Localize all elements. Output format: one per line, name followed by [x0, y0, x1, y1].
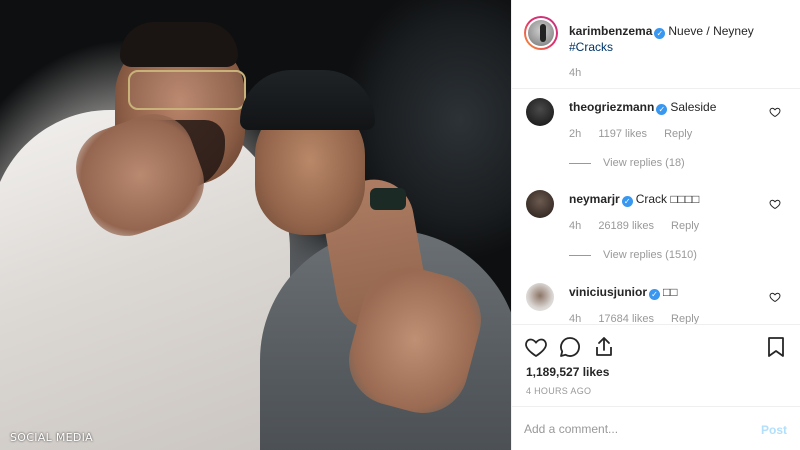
comment-text: theogriezmann ✓ Saleside — [569, 99, 759, 115]
commenter-username[interactable]: neymarjr — [569, 192, 620, 206]
comment-like-heart-icon[interactable] — [769, 106, 781, 118]
post-actions: 1,189,527 likes 4 HOURS AGO — [512, 324, 800, 406]
reply-button[interactable]: Reply — [664, 128, 692, 140]
view-replies-button[interactable]: View replies (18) — [569, 157, 685, 169]
watermark-label: SOCIAL MEDIA — [10, 431, 93, 444]
hashtag-link[interactable]: #Cracks — [569, 40, 613, 54]
heart-outline-icon[interactable] — [524, 335, 548, 359]
comment-meta: 4h 26189 likes Reply — [569, 220, 713, 232]
likes-count[interactable]: 1,189,527 likes — [526, 365, 609, 379]
post-photo[interactable]: SOCIAL MEDIA — [0, 0, 511, 450]
commenter-avatar[interactable] — [526, 98, 554, 126]
comment-text: viniciusjunior ✓ □□ — [569, 284, 759, 300]
comment-body: □□ — [663, 285, 678, 299]
comment-like-heart-icon[interactable] — [769, 198, 781, 210]
comment-likes[interactable]: 26189 likes — [598, 220, 654, 232]
baseball-cap — [240, 70, 375, 130]
comment-time[interactable]: 4h — [569, 313, 581, 324]
add-comment-bar: Post — [512, 406, 800, 450]
verified-badge-icon: ✓ — [621, 196, 633, 207]
commenter-avatar[interactable] — [526, 283, 554, 311]
left-person-hair — [120, 22, 238, 67]
caption-block: karimbenzema ✓ Nueve / Neyney #Cracks 4h — [512, 0, 800, 89]
post-timestamp[interactable]: 4 HOURS AGO — [526, 386, 591, 396]
comment-meta: 4h 17684 likes Reply — [569, 313, 713, 324]
comment-body: Saleside — [670, 100, 717, 114]
comment-likes[interactable]: 17684 likes — [598, 313, 654, 324]
commenter-username[interactable]: viniciusjunior — [569, 285, 647, 299]
view-replies-label[interactable]: View replies (18) — [603, 157, 685, 169]
caption-text: karimbenzema ✓ Nueve / Neyney #Cracks — [569, 23, 794, 55]
reply-button[interactable]: Reply — [671, 220, 699, 232]
comment-bubble-icon[interactable] — [558, 335, 582, 359]
view-replies-button[interactable]: View replies (1510) — [569, 249, 697, 261]
post-details-panel: karimbenzema ✓ Nueve / Neyney #Cracks 4h t… — [511, 0, 800, 450]
comment-time[interactable]: 4h — [569, 220, 581, 232]
comment-text: neymarjr ✓ Crack □□□□ — [569, 191, 759, 207]
verified-badge-icon: ✓ — [656, 104, 668, 115]
caption-body: Nueve / Neyney — [668, 24, 754, 38]
glasses — [128, 70, 246, 110]
share-icon[interactable] — [592, 335, 616, 359]
post-comment-button[interactable]: Post — [761, 423, 787, 437]
divider-line — [569, 162, 591, 164]
comment-input[interactable] — [524, 419, 744, 439]
comment-like-heart-icon[interactable] — [769, 291, 781, 303]
author-avatar[interactable] — [524, 16, 558, 50]
verified-badge-icon: ✓ — [654, 28, 666, 39]
comment-likes[interactable]: 1197 likes — [598, 128, 647, 140]
comment-meta: 2h 1197 likes Reply — [569, 128, 706, 140]
author-username[interactable]: karimbenzema — [569, 24, 652, 38]
commenter-username[interactable]: theogriezmann — [569, 100, 654, 114]
reply-button[interactable]: Reply — [671, 313, 699, 324]
comments-list[interactable]: theogriezmann ✓ Saleside 2h 1197 likes Rep… — [512, 90, 800, 324]
wristwatch — [370, 188, 406, 210]
view-replies-label[interactable]: View replies (1510) — [603, 249, 697, 261]
comment-body: Crack □□□□ — [635, 192, 700, 206]
caption-timestamp[interactable]: 4h — [569, 67, 581, 79]
bookmark-icon[interactable] — [764, 335, 788, 359]
comment-time[interactable]: 2h — [569, 128, 581, 140]
commenter-avatar[interactable] — [526, 190, 554, 218]
verified-badge-icon: ✓ — [649, 289, 661, 300]
divider-line — [569, 254, 591, 256]
